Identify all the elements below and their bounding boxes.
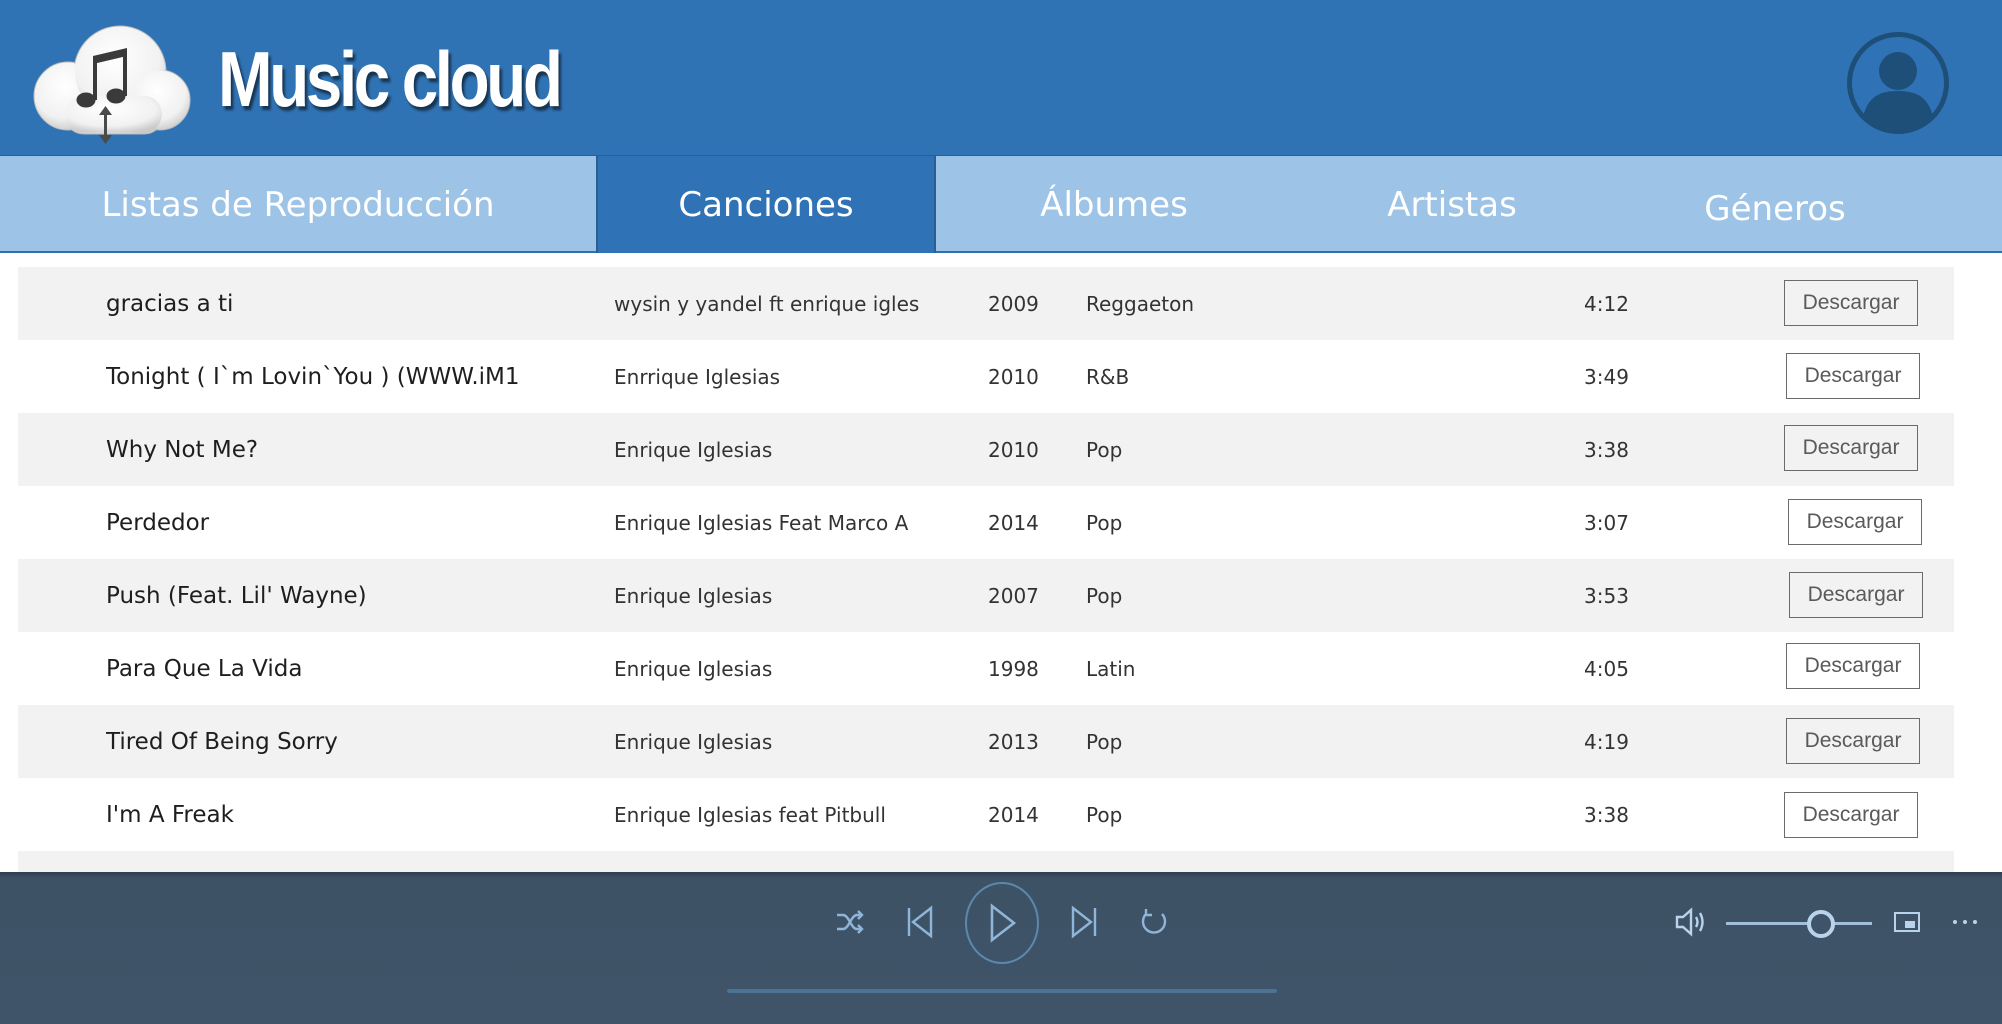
more-options-button[interactable]: [1948, 904, 1982, 940]
song-duration: 3:49: [1584, 364, 1629, 389]
table-row[interactable]: I'm A Freak Enrique Iglesias feat Pitbul…: [18, 778, 1954, 851]
song-genre: Latin: [1086, 656, 1136, 681]
song-duration: 3:38: [1584, 437, 1629, 462]
previous-button[interactable]: [900, 900, 940, 944]
volume-icon: [1675, 907, 1704, 937]
song-artist: Enrrique Iglesias: [614, 364, 781, 389]
song-duration: 4:05: [1584, 656, 1629, 681]
song-duration: 4:12: [1584, 291, 1629, 316]
song-genre: Pop: [1086, 729, 1123, 754]
song-artist: Enrique Iglesias: [614, 656, 773, 681]
user-avatar-icon[interactable]: [1846, 31, 1950, 135]
song-title: Why Not Me?: [106, 436, 259, 463]
tab-listas-de-reproduccion[interactable]: Listas de Reproducción: [0, 156, 596, 253]
tab-label: Listas de Reproducción: [101, 184, 495, 225]
song-genre: Pop: [1086, 510, 1123, 535]
download-button[interactable]: Descargar: [1789, 572, 1923, 618]
song-title: Para Que La Vida: [106, 655, 303, 682]
download-button[interactable]: Descargar: [1784, 280, 1918, 326]
tab-artistas[interactable]: Artistas: [1292, 156, 1612, 253]
download-button[interactable]: Descargar: [1786, 643, 1920, 689]
mini-player-button[interactable]: [1890, 904, 1924, 940]
next-icon: [1071, 905, 1097, 939]
song-artist: Enrique Iglesias: [614, 437, 773, 462]
shuffle-icon: [837, 910, 864, 934]
table-row[interactable]: Push (Feat. Lil' Wayne) Enrique Iglesias…: [18, 559, 1954, 632]
tab-label: Artistas: [1387, 184, 1517, 225]
category-tabs: Listas de Reproducción Canciones Álbumes…: [0, 156, 2002, 253]
song-title: Perdedor: [106, 509, 210, 536]
mini-player-icon: [1894, 912, 1920, 932]
song-title: Tired Of Being Sorry: [106, 728, 338, 755]
tab-canciones[interactable]: Canciones: [596, 156, 936, 253]
song-title: gracias a ti: [106, 290, 234, 317]
table-row[interactable]: Tired Of Being Sorry Enrique Iglesias 20…: [18, 705, 1954, 778]
tab-label: Canciones: [678, 184, 854, 225]
seek-bar[interactable]: [727, 989, 1277, 993]
next-button[interactable]: [1064, 900, 1104, 944]
song-artist: Enrique Iglesias: [614, 583, 773, 608]
tab-generos[interactable]: Géneros: [1612, 156, 1938, 253]
previous-icon: [907, 905, 933, 939]
song-year: 2014: [988, 510, 1039, 535]
song-artist: Enrique Iglesias Feat Marco A: [614, 510, 909, 535]
song-artist: wysin y yandel ft enrique igles: [614, 291, 920, 316]
song-artist: Enrique Iglesias: [614, 729, 773, 754]
tab-label: Géneros: [1704, 188, 1846, 229]
song-year: 2009: [988, 291, 1039, 316]
song-year: 2010: [988, 364, 1039, 389]
song-genre: Pop: [1086, 437, 1123, 462]
download-button[interactable]: Descargar: [1784, 792, 1918, 838]
volume-button[interactable]: [1670, 900, 1714, 944]
song-duration: 3:07: [1584, 510, 1629, 535]
table-row[interactable]: Para Que La Vida Enrique Iglesias 1998 L…: [18, 632, 1954, 705]
song-year: 2010: [988, 437, 1039, 462]
tab-label: Álbumes: [1040, 184, 1188, 225]
song-genre: Pop: [1086, 802, 1123, 827]
play-button[interactable]: [965, 882, 1039, 964]
song-year: 2014: [988, 802, 1039, 827]
play-icon: [990, 903, 1017, 943]
song-title: Push (Feat. Lil' Wayne): [106, 582, 367, 609]
table-row[interactable]: gracias a ti wysin y yandel ft enrique i…: [18, 267, 1954, 340]
repeat-button[interactable]: [1134, 902, 1174, 942]
table-row[interactable]: Why Not Me? Enrique Iglesias 2010 Pop 3:…: [18, 413, 1954, 486]
more-icon: [1953, 920, 1977, 924]
song-genre: Reggaeton: [1086, 291, 1195, 316]
shuffle-button[interactable]: [830, 902, 870, 942]
volume-slider[interactable]: [1726, 922, 1872, 925]
song-artist: Enrique Iglesias feat Pitbull: [614, 802, 886, 827]
music-cloud-logo-icon: [33, 25, 191, 144]
song-title: I'm A Freak: [106, 801, 234, 828]
song-list: gracias a ti wysin y yandel ft enrique i…: [18, 267, 1954, 851]
download-button[interactable]: Descargar: [1788, 499, 1922, 545]
download-button[interactable]: Descargar: [1784, 425, 1918, 471]
song-genre: Pop: [1086, 583, 1123, 608]
download-button[interactable]: Descargar: [1786, 718, 1920, 764]
app-header: Music cloud: [0, 0, 2002, 156]
song-genre: R&B: [1086, 364, 1130, 389]
table-row[interactable]: Tonight ( I`m Lovin`You ) (WWW.iM1 Enrri…: [18, 340, 1954, 413]
volume-slider-thumb[interactable]: [1806, 910, 1835, 938]
song-title: Tonight ( I`m Lovin`You ) (WWW.iM1: [106, 363, 520, 390]
download-button[interactable]: Descargar: [1786, 353, 1920, 399]
app-title: Music cloud: [218, 35, 563, 123]
table-row[interactable]: Perdedor Enrique Iglesias Feat Marco A 2…: [18, 486, 1954, 559]
player-bar: [0, 872, 2002, 1024]
repeat-icon: [1141, 909, 1167, 934]
song-duration: 3:53: [1584, 583, 1629, 608]
list-partial-row: [18, 851, 1954, 873]
song-duration: 3:38: [1584, 802, 1629, 827]
song-duration: 4:19: [1584, 729, 1629, 754]
song-year: 1998: [988, 656, 1039, 681]
tab-albumes[interactable]: Álbumes: [936, 156, 1292, 253]
song-year: 2007: [988, 583, 1039, 608]
song-year: 2013: [988, 729, 1039, 754]
